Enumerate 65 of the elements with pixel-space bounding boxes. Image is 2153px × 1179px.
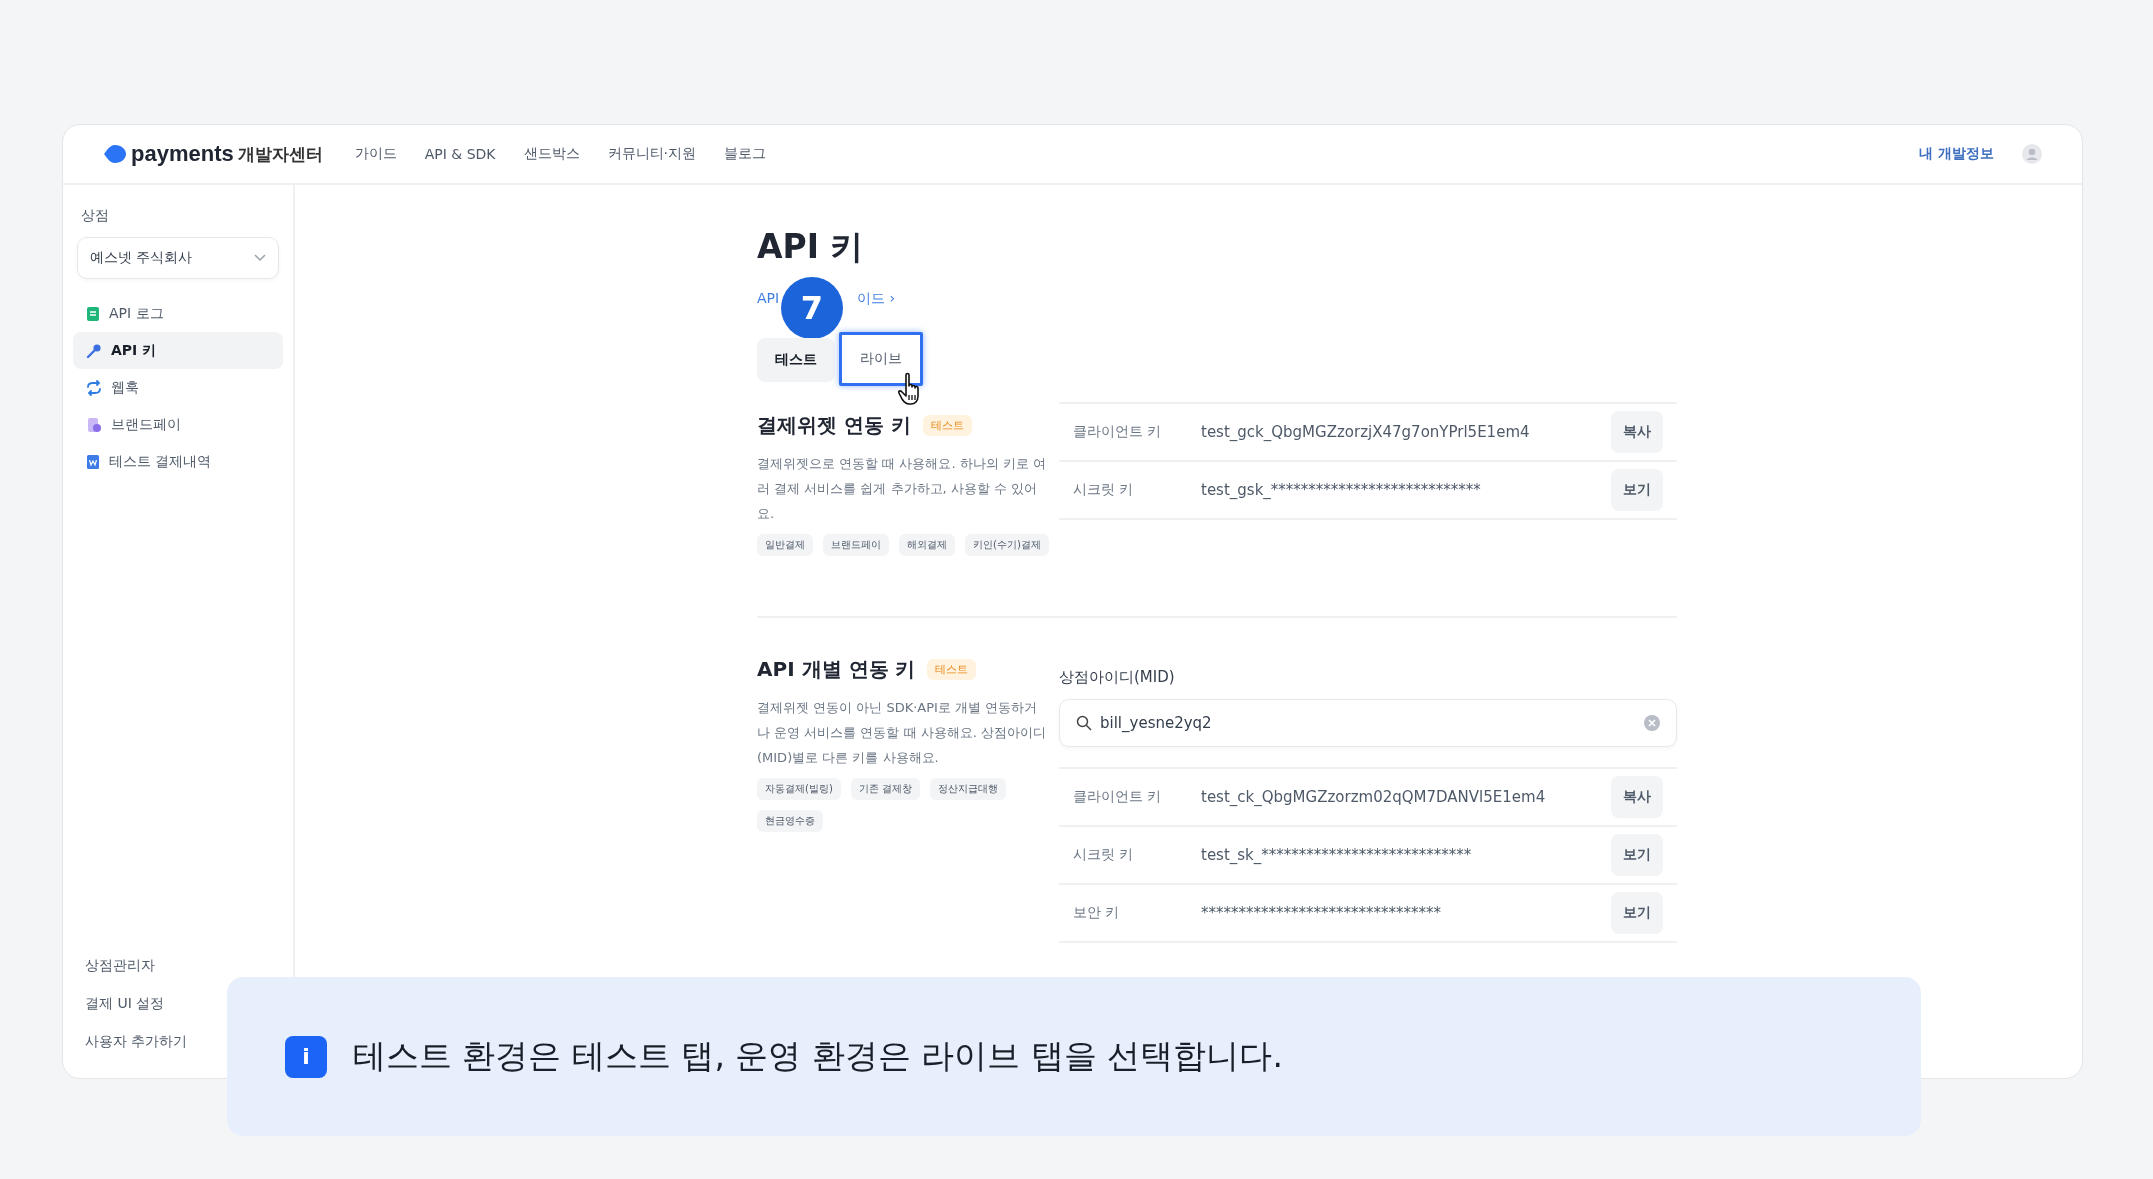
service-tag: 브랜드페이 xyxy=(823,534,889,556)
sidebar-item[interactable]: 웹훅 xyxy=(73,369,283,406)
nav-link[interactable]: 커뮤니티·지원 xyxy=(607,145,696,163)
key-icon xyxy=(86,342,102,359)
tab[interactable]: 테스트 xyxy=(757,338,835,382)
store-dropdown[interactable]: 예스넷 주식회사 xyxy=(77,237,279,279)
info-icon: i xyxy=(285,1035,327,1078)
sidebar-item[interactable]: 테스트 결제내역 xyxy=(73,443,283,480)
callout-text: 테스트 환경은 테스트 탭, 운영 환경은 라이브 탭을 선택합니다. xyxy=(353,1035,1283,1077)
key-label: 클라이언트 키 xyxy=(1073,423,1163,441)
page-title: API 키 xyxy=(757,226,865,268)
logo-wordmark[interactable]: payments xyxy=(131,141,234,167)
key-action-button[interactable]: 복사 xyxy=(1611,776,1663,818)
key-value: test_sk_**************************** xyxy=(1201,846,1473,864)
field-label: 상점아이디(MID) xyxy=(1059,668,1176,687)
key-action-button[interactable]: 보기 xyxy=(1611,834,1663,876)
sidebar-item[interactable]: API 키 xyxy=(73,332,283,369)
service-tag: 정산지급대행 xyxy=(930,778,1006,800)
sidebar-item[interactable]: 브랜드페이 xyxy=(73,406,283,443)
tab[interactable]: 라이브 xyxy=(839,332,923,386)
service-tag: 일반결제 xyxy=(757,534,813,556)
key-label: 보안 키 xyxy=(1073,904,1121,922)
step-number-badge: 7 xyxy=(781,277,843,339)
key-value: test_gsk_**************************** xyxy=(1201,481,1482,499)
logo-subtitle: 개발자센터 xyxy=(237,142,323,166)
service-tag: 기존 결제창 xyxy=(850,778,920,800)
key-value: ******************************** xyxy=(1201,904,1442,922)
document-badge-icon xyxy=(86,416,102,433)
service-tag: 현금영수증 xyxy=(757,810,823,832)
search-icon xyxy=(1076,715,1092,731)
service-tag: 해외결제 xyxy=(899,534,955,556)
section-title: 결제위젯 연동 키 xyxy=(757,412,911,439)
account-link[interactable]: 내 개발정보 xyxy=(1919,145,1994,163)
clear-icon[interactable] xyxy=(1644,715,1660,731)
section-description: 결제위젯 연동이 아닌 SDK·API로 개별 연동하거나 운영 서비스를 연동할 때 사용해요. 상점아이디(MID)별로 다른 키를 사용해요. xyxy=(757,699,1047,767)
chevron-down-icon xyxy=(254,254,266,262)
logo-icon xyxy=(103,144,127,164)
nav-link[interactable]: API & SDK xyxy=(424,146,496,162)
mid-search-field[interactable]: bill_yesne2yq2 xyxy=(1059,699,1677,747)
key-value: test_gck_QbgMGZzorzjX47g7onYPrl5E1em4 xyxy=(1201,423,1531,441)
key-label: 클라이언트 키 xyxy=(1073,788,1163,806)
document-icon xyxy=(86,305,100,322)
key-label: 시크릿 키 xyxy=(1073,846,1135,864)
section-title: API 개별 연동 키 xyxy=(757,656,916,683)
sidebar-link[interactable]: 상점관리자 xyxy=(73,946,167,984)
key-label: 시크릿 키 xyxy=(1073,481,1135,499)
refresh-icon xyxy=(86,379,102,396)
key-action-button[interactable]: 보기 xyxy=(1611,892,1663,934)
nav-link[interactable]: 샌드박스 xyxy=(523,145,580,163)
section-label: 상점 xyxy=(80,207,110,225)
environment-tag: 테스트 xyxy=(927,659,977,680)
key-action-button[interactable]: 복사 xyxy=(1611,411,1663,453)
sidebar-link[interactable]: 사용자 추가하기 xyxy=(73,1022,200,1060)
sidebar-link[interactable]: 결제 UI 설정 xyxy=(73,984,177,1022)
key-value: test_ck_QbgMGZzorzm02qQM7DANVl5E1em4 xyxy=(1201,788,1547,806)
service-tag: 키인(수기)결제 xyxy=(965,534,1049,556)
avatar-icon[interactable] xyxy=(2022,144,2042,164)
receipt-icon xyxy=(86,453,100,470)
key-action-button[interactable]: 보기 xyxy=(1611,469,1663,511)
sidebar-item[interactable]: API 로그 xyxy=(73,295,283,332)
environment-tag: 테스트 xyxy=(922,415,972,436)
service-tag: 자동결제(빌링) xyxy=(757,778,841,800)
nav-link[interactable]: 가이드 xyxy=(354,145,397,163)
section-description: 결제위젯으로 연동할 때 사용해요. 하나의 키로 여러 결제 서비스를 쉽게 추가하고, 사용할 수 있어요. xyxy=(757,455,1047,523)
nav-link[interactable]: 블로그 xyxy=(724,145,766,163)
